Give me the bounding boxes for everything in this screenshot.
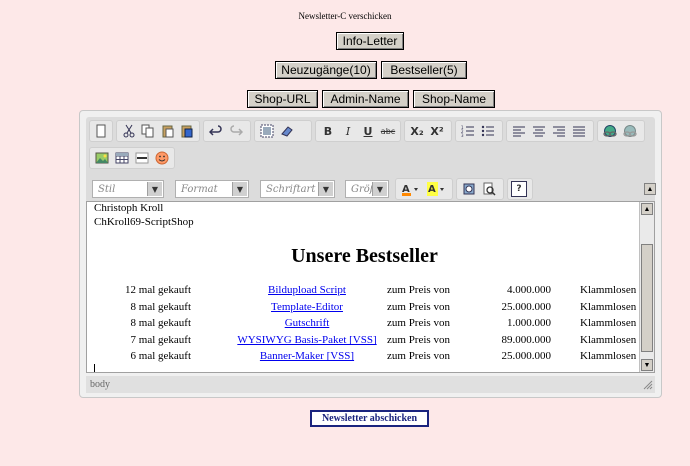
scroll-thumb[interactable]	[641, 244, 653, 352]
toolbar-collapse-icon[interactable]: ▲	[644, 183, 656, 195]
scroll-down-icon[interactable]: ▼	[641, 359, 653, 371]
product-link[interactable]: Template-Editor	[224, 301, 390, 313]
product-link[interactable]: Banner-Maker [VSS]	[224, 350, 390, 362]
style-select-label: Stil	[98, 183, 116, 195]
bestseller-button[interactable]: Bestseller(5)	[381, 61, 467, 79]
eraser-icon[interactable]	[278, 122, 296, 140]
align-center-icon[interactable]	[530, 122, 548, 140]
align-left-icon[interactable]	[510, 122, 528, 140]
table-row: 12 mal gekauft Bildupload Script zum Pre…	[125, 284, 637, 296]
wysiwyg-editor: B I U abc X₂ X² 123 Stil ▼ Format ▼ Schr…	[79, 110, 662, 398]
product-link[interactable]: Bildupload Script	[224, 284, 390, 296]
chevron-down-icon: ▼	[232, 182, 247, 196]
align-right-icon[interactable]	[550, 122, 568, 140]
format-select[interactable]: Format ▼	[175, 180, 249, 198]
insert-table-icon[interactable]	[113, 149, 131, 167]
smiley-icon[interactable]	[153, 149, 171, 167]
align-justify-icon[interactable]	[570, 122, 588, 140]
shop-name-button[interactable]: Shop-Name	[413, 90, 495, 108]
toolbar-group-history	[203, 120, 251, 142]
text-color-icon[interactable]: A	[399, 180, 423, 198]
underline-button[interactable]: U	[359, 122, 377, 140]
style-select[interactable]: Stil ▼	[92, 180, 164, 198]
toolbar-group-view	[456, 178, 504, 200]
toolbar-group-align	[506, 120, 594, 142]
toolbar-group-colors: A A	[395, 178, 453, 200]
new-document-icon[interactable]	[93, 122, 109, 140]
bold-button[interactable]: B	[319, 122, 337, 140]
toolbar-group-insert	[89, 147, 175, 169]
numbered-list-icon[interactable]: 123	[459, 122, 477, 140]
select-all-icon[interactable]	[258, 122, 276, 140]
toolbar-group-document	[89, 120, 113, 142]
help-button[interactable]: ?	[511, 181, 527, 197]
text-cursor	[94, 364, 95, 372]
background-color-icon[interactable]: A	[425, 180, 449, 198]
toolbar-group-links	[597, 120, 645, 142]
scroll-up-icon[interactable]: ▲	[641, 203, 653, 215]
superscript-button[interactable]: X²	[428, 122, 446, 140]
svg-text:A: A	[428, 184, 436, 195]
svg-text:3: 3	[461, 133, 464, 138]
content-shop-name: ChKroll69-ScriptShop	[94, 216, 194, 228]
table-row: 7 mal gekauft WYSIWYG Basis-Paket [VSS] …	[130, 334, 637, 346]
redo-icon[interactable]	[227, 122, 245, 140]
strikethrough-button[interactable]: abc	[379, 122, 397, 140]
shop-url-button[interactable]: Shop-URL	[247, 90, 318, 108]
toolbar-group-select	[254, 120, 312, 142]
insert-image-icon[interactable]	[93, 149, 111, 167]
italic-button[interactable]: I	[339, 122, 357, 140]
font-size-select[interactable]: Größ ▼	[345, 180, 389, 198]
toolbar-group-help: ?	[507, 178, 533, 200]
font-family-select[interactable]: Schriftart ▼	[260, 180, 335, 198]
send-newsletter-button[interactable]: Newsletter abschicken	[310, 410, 429, 427]
toolbar-group-clipboard	[116, 120, 200, 142]
paste-icon[interactable]	[159, 122, 177, 140]
element-path[interactable]: body	[90, 379, 110, 390]
toolbar-group-text-style: B I U abc	[315, 120, 401, 142]
content-author: Christoph Kroll	[94, 202, 164, 214]
paste-word-icon[interactable]	[179, 122, 197, 140]
product-link[interactable]: WYSIWYG Basis-Paket [VSS]	[224, 334, 390, 346]
font-family-select-label: Schriftart	[266, 183, 316, 195]
horizontal-rule-icon[interactable]	[133, 149, 151, 167]
cut-icon[interactable]	[120, 122, 138, 140]
resize-handle-icon[interactable]	[642, 379, 653, 393]
toolbar-group-script: X₂ X²	[404, 120, 452, 142]
table-row: 6 mal gekauft Banner-Maker [VSS] zum Pre…	[130, 350, 637, 362]
format-select-label: Format	[181, 183, 218, 195]
chevron-down-icon: ▼	[372, 182, 387, 196]
admin-name-button[interactable]: Admin-Name	[322, 90, 409, 108]
preview-icon[interactable]	[480, 180, 498, 198]
undo-icon[interactable]	[207, 122, 225, 140]
editor-toolbar: B I U abc X₂ X² 123 Stil ▼ Format ▼ Schr…	[86, 117, 656, 203]
neuzugaenge-button[interactable]: Neuzugänge(10)	[275, 61, 377, 79]
insert-link-icon[interactable]	[601, 122, 619, 140]
source-code-icon[interactable]	[460, 180, 478, 198]
content-scrollbar[interactable]: ▲ ▼	[639, 202, 654, 372]
chevron-down-icon: ▼	[147, 182, 162, 196]
product-link[interactable]: Gutschrift	[224, 317, 390, 329]
table-row: 8 mal gekauft Gutschrift zum Preis von 1…	[130, 317, 637, 329]
chevron-down-icon: ▼	[318, 182, 333, 196]
content-heading: Unsere Bestseller	[291, 245, 438, 267]
editor-statusbar: body	[86, 376, 655, 393]
info-letter-button[interactable]: Info-Letter	[336, 32, 404, 50]
copy-icon[interactable]	[140, 122, 158, 140]
page-title: Newsletter-C verschicken	[298, 11, 392, 21]
toolbar-group-lists: 123	[455, 120, 503, 142]
subscript-button[interactable]: X₂	[408, 122, 426, 140]
unlink-icon[interactable]	[621, 122, 639, 140]
editor-content[interactable]: Christoph Kroll ChKroll69-ScriptShop Uns…	[86, 201, 655, 373]
bullet-list-icon[interactable]	[479, 122, 497, 140]
table-row: 8 mal gekauft Template-Editor zum Preis …	[130, 301, 637, 313]
